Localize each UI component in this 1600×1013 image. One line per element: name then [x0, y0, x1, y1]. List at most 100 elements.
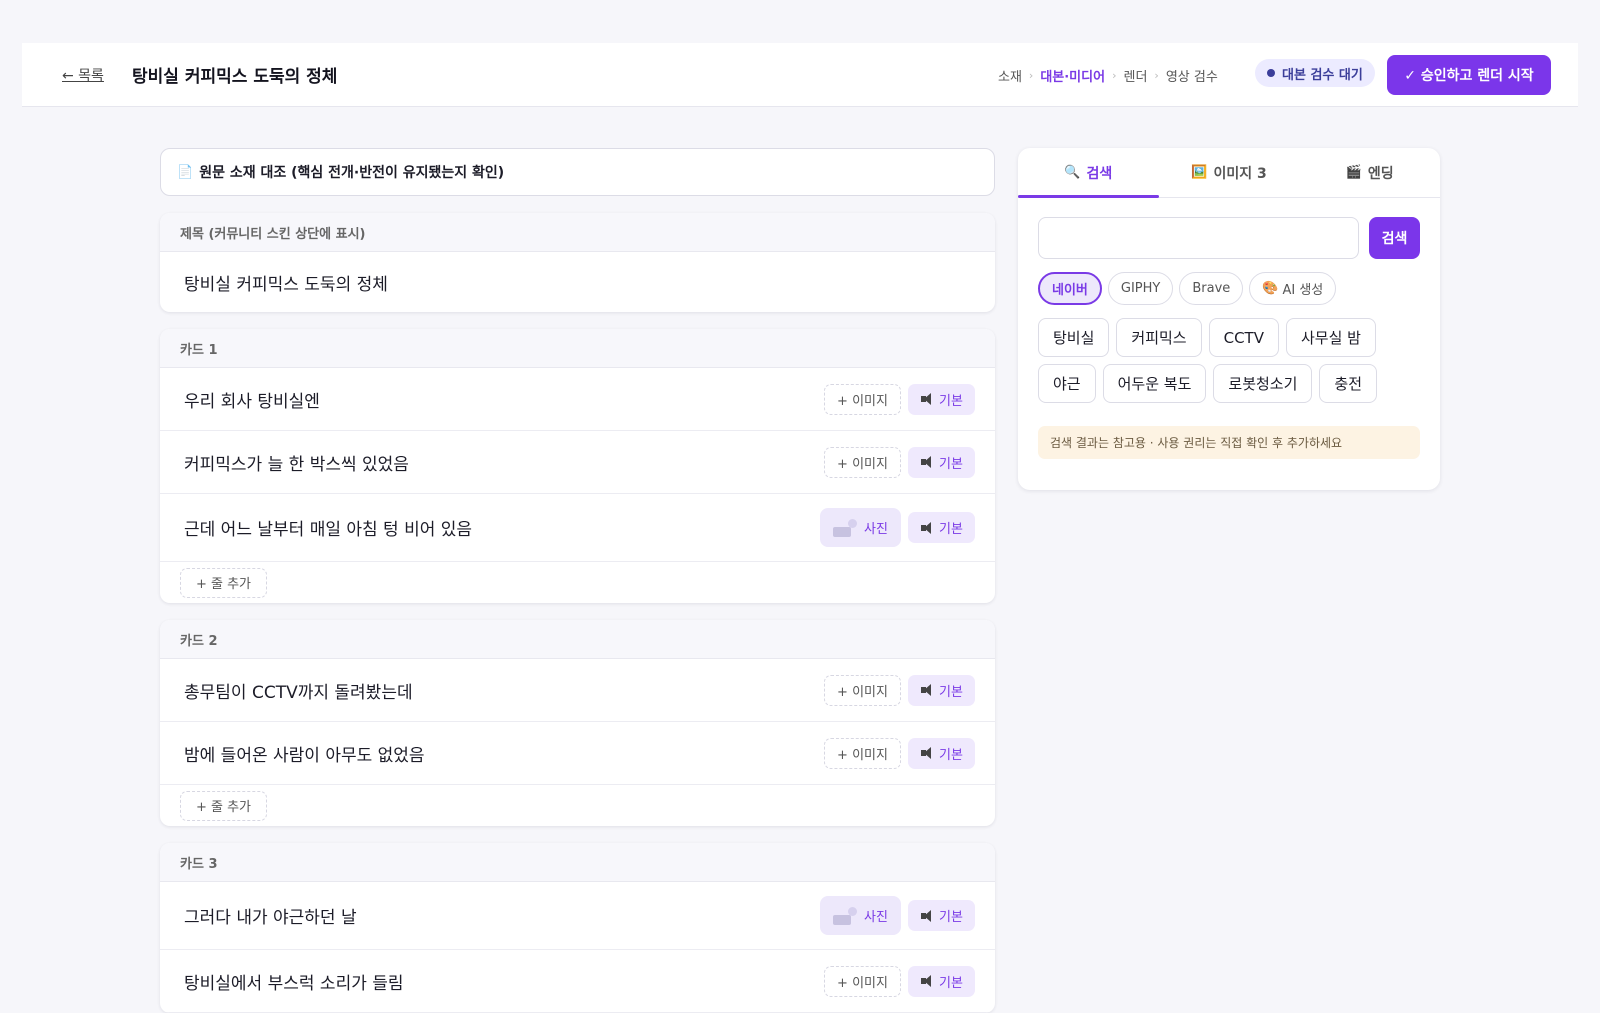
voice-label: 기본	[939, 747, 963, 763]
attached-photo-button[interactable]: 사진	[820, 508, 901, 547]
photo-thumbnail-icon	[833, 906, 858, 925]
palette-icon: 🎨	[1262, 281, 1279, 296]
source-label: AI 생성	[1282, 283, 1324, 298]
keyword-chip[interactable]: CCTV	[1208, 318, 1279, 357]
voice-button[interactable]: 기본	[908, 900, 975, 931]
source-giphy-chip[interactable]: GIPHY	[1107, 272, 1174, 305]
search-icon: 🔍	[1064, 165, 1081, 180]
speaker-icon	[920, 975, 934, 987]
photo-thumbnail-icon	[833, 518, 858, 537]
status-badge: 대본 검수 대기	[1255, 59, 1375, 87]
search-button[interactable]: 검색	[1369, 217, 1420, 259]
tab-search[interactable]: 🔍 검색	[1018, 148, 1159, 198]
step-separator-icon: ›	[1112, 69, 1117, 82]
voice-label: 기본	[939, 910, 963, 925]
script-card: 카드 1 우리 회사 탕비실엔 + 이미지 기본 커피믹스가 늘 한 박스씩 있…	[160, 329, 995, 603]
line-text[interactable]: 탕비실에서 부스럭 소리가 들림	[184, 969, 404, 994]
tab-ending[interactable]: 🎬 엔딩	[1299, 148, 1440, 197]
workflow-steps: 소재 › 대본·미디어 › 렌더 › 영상 검수	[998, 66, 1218, 85]
tab-images[interactable]: 🖼️ 이미지 3	[1159, 148, 1300, 197]
photo-label: 사진	[864, 522, 888, 537]
status-dot-icon	[1267, 69, 1275, 77]
title-card: 제목 (커뮤니티 스킨 상단에 표시) 탕비실 커피믹스 도둑의 정체	[160, 213, 995, 312]
line-text[interactable]: 우리 회사 탕비실엔	[184, 387, 320, 412]
step-video-review[interactable]: 영상 검수	[1166, 66, 1218, 85]
keyword-chip[interactable]: 로봇청소기	[1213, 364, 1313, 403]
voice-button[interactable]: 기본	[908, 512, 975, 543]
voice-button[interactable]: 기본	[908, 674, 975, 706]
source-ai-generate-chip[interactable]: 🎨 AI 생성	[1249, 272, 1337, 305]
voice-button[interactable]: 기본	[908, 383, 975, 415]
approve-and-render-button[interactable]: ✓ 승인하고 렌더 시작	[1387, 55, 1551, 95]
script-card: 카드 3 그러다 내가 야근하던 날 사진 기본 탕비실에서 부스럭 소리가 들…	[160, 843, 995, 1013]
script-line: 총무팀이 CCTV까지 돌려봤는데 + 이미지 기본	[160, 659, 995, 722]
step-separator-icon: ›	[1028, 69, 1034, 82]
panel-tabs: 🔍 검색 🖼️ 이미지 3 🎬 엔딩	[1018, 148, 1440, 198]
voice-button[interactable]: 기본	[908, 446, 975, 478]
step-material[interactable]: 소재	[998, 66, 1022, 85]
status-label: 대본 검수 대기	[1282, 67, 1363, 83]
script-line: 탕비실에서 부스럭 소리가 들림 + 이미지 기본	[160, 950, 995, 1013]
step-script-media[interactable]: 대본·미디어	[1040, 66, 1105, 85]
attached-photo-button[interactable]: 사진	[820, 896, 901, 935]
speaker-icon	[920, 909, 934, 922]
script-line: 그러다 내가 야근하던 날 사진 기본	[160, 882, 995, 950]
voice-button[interactable]: 기본	[908, 965, 975, 997]
voice-label: 기본	[939, 684, 963, 700]
script-card: 카드 2 총무팀이 CCTV까지 돌려봤는데 + 이미지 기본 밤에 들어온 사…	[160, 620, 995, 826]
step-render[interactable]: 렌더	[1123, 66, 1147, 85]
script-line: 밤에 들어온 사람이 아무도 없었음 + 이미지 기본	[160, 722, 995, 785]
keyword-chip[interactable]: 사무실 밤	[1285, 318, 1376, 357]
voice-label: 기본	[939, 522, 963, 537]
usage-notice: 검색 결과는 참고용 · 사용 권리는 직접 확인 후 추가하세요	[1038, 426, 1420, 459]
document-icon: 📄	[177, 164, 194, 180]
voice-label: 기본	[939, 456, 963, 472]
line-text[interactable]: 총무팀이 CCTV까지 돌려봤는데	[184, 678, 413, 703]
add-image-button[interactable]: + 이미지	[824, 737, 901, 769]
source-naver-chip[interactable]: 네이버	[1038, 272, 1102, 305]
add-line-button[interactable]: + 줄 추가	[180, 790, 267, 821]
top-bar: ← 목록 탕비실 커피믹스 도둑의 정체 소재 › 대본·미디어 › 렌더 › …	[22, 43, 1578, 107]
keyword-chip[interactable]: 야근	[1038, 364, 1096, 403]
source-compare-toggle[interactable]: 📄 원문 소재 대조 (핵심 전개·반전이 유지됐는지 확인)	[160, 148, 995, 196]
keyword-chip[interactable]: 탕비실	[1038, 318, 1110, 357]
script-line: 근데 어느 날부터 매일 아침 텅 비어 있음 사진 기본	[160, 494, 995, 562]
photo-label: 사진	[864, 910, 888, 925]
tab-label: 검색	[1086, 165, 1113, 182]
add-image-button[interactable]: + 이미지	[824, 446, 901, 478]
line-text[interactable]: 근데 어느 날부터 매일 아침 텅 비어 있음	[184, 515, 472, 540]
tab-label: 엔딩	[1367, 165, 1394, 182]
search-input[interactable]	[1038, 217, 1359, 259]
back-to-list-link[interactable]: ← 목록	[62, 65, 104, 85]
step-separator-icon: ›	[1154, 69, 1159, 82]
script-line: 우리 회사 탕비실엔 + 이미지 기본	[160, 368, 995, 431]
line-text[interactable]: 밤에 들어온 사람이 아무도 없었음	[184, 741, 425, 766]
line-text[interactable]: 커피믹스가 늘 한 박스씩 있었음	[184, 450, 409, 475]
speaker-icon	[920, 684, 934, 696]
speaker-icon	[920, 521, 934, 534]
title-card-heading: 제목 (커뮤니티 스킨 상단에 표시)	[160, 213, 995, 252]
speaker-icon	[920, 393, 934, 405]
line-text[interactable]: 그러다 내가 야근하던 날	[184, 903, 357, 928]
add-image-button[interactable]: + 이미지	[824, 965, 901, 997]
voice-button[interactable]: 기본	[908, 737, 975, 769]
media-panel: 🔍 검색 🖼️ 이미지 3 🎬 엔딩 검색 네이버 GIPHY Brave 🎨 …	[1018, 148, 1440, 490]
search-source-chips: 네이버 GIPHY Brave 🎨 AI 생성	[1038, 272, 1337, 305]
source-compare-label: 원문 소재 대조 (핵심 전개·반전이 유지됐는지 확인)	[199, 165, 505, 181]
add-image-button[interactable]: + 이미지	[824, 383, 901, 415]
keyword-chip[interactable]: 커피믹스	[1116, 318, 1202, 357]
title-text[interactable]: 탕비실 커피믹스 도둑의 정체	[160, 252, 995, 312]
add-image-button[interactable]: + 이미지	[824, 674, 901, 706]
clapperboard-icon: 🎬	[1345, 165, 1362, 180]
script-line: 커피믹스가 늘 한 박스씩 있었음 + 이미지 기본	[160, 431, 995, 494]
add-line-button[interactable]: + 줄 추가	[180, 567, 267, 598]
keyword-chip[interactable]: 충전	[1319, 364, 1378, 403]
keyword-chip[interactable]: 어두운 복도	[1102, 364, 1207, 403]
source-brave-chip[interactable]: Brave	[1179, 272, 1244, 305]
script-editor: 📄 원문 소재 대조 (핵심 전개·반전이 유지됐는지 확인) 제목 (커뮤니티…	[160, 148, 995, 1013]
voice-label: 기본	[939, 393, 963, 409]
card-heading: 카드 3	[160, 843, 995, 882]
card-heading: 카드 2	[160, 620, 995, 659]
tab-label: 이미지 3	[1213, 165, 1267, 182]
speaker-icon	[920, 456, 934, 468]
